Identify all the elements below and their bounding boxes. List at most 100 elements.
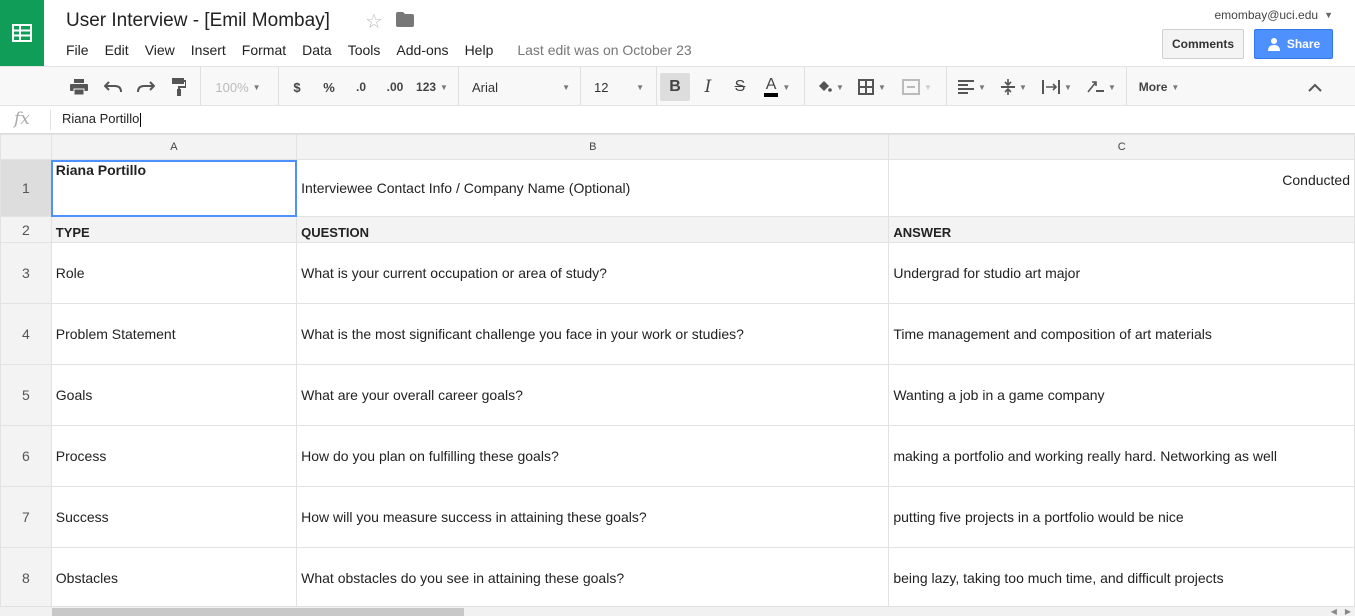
row-header[interactable]: 6 <box>0 425 52 487</box>
last-edit-link[interactable]: Last edit was on October 23 <box>517 42 691 58</box>
cell-b3[interactable]: What is your current occupation or area … <box>296 242 890 304</box>
menu-help[interactable]: Help <box>465 42 494 58</box>
strikethrough-button[interactable]: S <box>728 73 752 101</box>
cell-a6[interactable]: Process <box>50 425 298 487</box>
horizontal-align-button[interactable]: ▼ <box>954 73 990 101</box>
cell-c3[interactable]: Undergrad for studio art major <box>888 242 1355 304</box>
formula-input[interactable]: Riana Portillo <box>62 111 142 127</box>
formula-divider <box>50 110 51 130</box>
table-row: 5 Goals What are your overall career goa… <box>0 364 1355 426</box>
paint-format-icon[interactable] <box>166 73 192 101</box>
paint-bucket-icon <box>819 81 832 92</box>
cell-a8[interactable]: Obstacles <box>50 547 298 606</box>
text-rotation-button[interactable]: ▼ <box>1082 73 1120 101</box>
row-header[interactable]: 2 <box>0 216 52 243</box>
row-header[interactable]: 1 <box>0 159 52 217</box>
row-header[interactable]: 3 <box>0 242 52 304</box>
select-all-corner[interactable] <box>0 134 52 160</box>
percent-format-button[interactable]: % <box>318 73 340 101</box>
menu-tools[interactable]: Tools <box>348 42 381 58</box>
formula-value: Riana Portillo <box>62 111 140 126</box>
star-icon[interactable]: ☆ <box>365 9 383 34</box>
scrollbar-thumb[interactable] <box>52 608 464 616</box>
cell-a7[interactable]: Success <box>50 486 298 548</box>
more-label: More <box>1138 80 1168 94</box>
menu-file[interactable]: File <box>66 42 89 58</box>
cell-c1[interactable]: Conducted <box>888 159 1355 217</box>
cell-b5[interactable]: What are your overall career goals? <box>296 364 890 426</box>
fill-color-button[interactable]: ▼ <box>812 73 848 101</box>
bold-button[interactable]: B <box>660 73 690 101</box>
redo-icon[interactable] <box>133 73 159 101</box>
scroll-left-icon[interactable]: ◀ <box>1331 607 1337 616</box>
undo-icon[interactable] <box>100 73 126 101</box>
cell-a5[interactable]: Goals <box>50 364 298 426</box>
cell-c7[interactable]: putting five projects in a portfolio wou… <box>888 486 1355 548</box>
cell-b8[interactable]: What obstacles do you see in attaining t… <box>296 547 890 606</box>
zoom-select[interactable]: 100% ▼ <box>208 73 268 101</box>
decrease-decimal-button[interactable]: .0 <box>348 73 374 101</box>
menu-insert[interactable]: Insert <box>191 42 226 58</box>
scroll-right-icon[interactable]: ▶ <box>1345 607 1351 616</box>
cell-a1[interactable]: Riana Portillo <box>50 159 298 217</box>
menu-edit[interactable]: Edit <box>105 42 129 58</box>
align-left-icon <box>958 80 975 94</box>
cell-a3[interactable]: Role <box>50 242 298 304</box>
cell-b1[interactable]: Interviewee Contact Info / Company Name … <box>296 159 890 217</box>
text-wrapping-button[interactable]: ▼ <box>1038 73 1076 101</box>
document-title[interactable]: User Interview - [Emil Mombay] <box>66 10 330 32</box>
merge-icon <box>902 79 921 95</box>
font-size-select[interactable]: 12 ▼ <box>588 73 650 101</box>
menu-bar: File Edit View Insert Format Data Tools … <box>66 40 692 60</box>
number-format-select[interactable]: 123 ▼ <box>414 73 450 101</box>
cell-c2[interactable]: ANSWER <box>888 216 1355 243</box>
column-header-c[interactable]: C <box>888 134 1355 160</box>
cell-c8[interactable]: being lazy, taking too much time, and di… <box>888 547 1355 606</box>
row-header[interactable]: 5 <box>0 364 52 426</box>
cell-b4[interactable]: What is the most significant challenge y… <box>296 303 890 365</box>
font-family-select[interactable]: Arial ▼ <box>466 73 576 101</box>
currency-format-button[interactable]: $ <box>286 73 308 101</box>
row-header[interactable]: 4 <box>0 303 52 365</box>
menu-view[interactable]: View <box>145 42 175 58</box>
cell-c4[interactable]: Time management and composition of art m… <box>888 303 1355 365</box>
vertical-align-button[interactable]: ▼ <box>996 73 1032 101</box>
sheet-grid: A B C 1 Riana Portillo Interviewee Conta… <box>0 134 1355 606</box>
more-button[interactable]: More ▼ <box>1132 73 1186 101</box>
row-header[interactable]: 8 <box>0 547 52 606</box>
rotate-text-icon <box>1087 81 1105 93</box>
menu-data[interactable]: Data <box>302 42 332 58</box>
collapse-menu-icon[interactable] <box>1302 73 1328 101</box>
share-button[interactable]: Share <box>1254 29 1333 59</box>
cell-a4[interactable]: Problem Statement <box>50 303 298 365</box>
cell-a2[interactable]: TYPE <box>50 216 298 243</box>
sheets-logo-icon[interactable] <box>0 0 44 66</box>
cell-b7[interactable]: How will you measure success in attainin… <box>296 486 890 548</box>
column-header-b[interactable]: B <box>296 134 890 160</box>
toolbar-divider <box>804 67 805 105</box>
text-color-button[interactable]: A ▼ <box>758 73 796 101</box>
menu-format[interactable]: Format <box>242 42 286 58</box>
horizontal-scrollbar[interactable]: ◀ ▶ <box>0 606 1355 616</box>
table-row: 3 Role What is your current occupation o… <box>0 242 1355 304</box>
sheet-table: A B C 1 Riana Portillo Interviewee Conta… <box>0 134 1355 606</box>
cell-b2[interactable]: QUESTION <box>296 216 890 243</box>
chevron-down-icon: ▼ <box>924 82 932 92</box>
increase-decimal-button[interactable]: .00 <box>380 73 410 101</box>
italic-button[interactable]: I <box>696 73 720 101</box>
borders-button[interactable]: ▼ <box>854 73 890 101</box>
fx-icon: fx <box>14 109 30 129</box>
column-header-a[interactable]: A <box>50 134 298 160</box>
folder-icon[interactable] <box>396 12 414 32</box>
comments-button[interactable]: Comments <box>1162 29 1244 59</box>
menu-addons[interactable]: Add-ons <box>396 42 448 58</box>
cell-c5[interactable]: Wanting a job in a game company <box>888 364 1355 426</box>
print-icon[interactable] <box>66 73 92 101</box>
person-icon <box>1267 38 1280 51</box>
row-header[interactable]: 7 <box>0 486 52 548</box>
align-middle-icon <box>1001 79 1016 95</box>
account-menu[interactable]: emombay@uci.edu ▼ <box>1215 8 1334 22</box>
cell-b6[interactable]: How do you plan on fulfilling these goal… <box>296 425 890 487</box>
merge-cells-button[interactable]: ▼ <box>896 73 938 101</box>
cell-c6[interactable]: making a portfolio and working really ha… <box>888 425 1355 487</box>
